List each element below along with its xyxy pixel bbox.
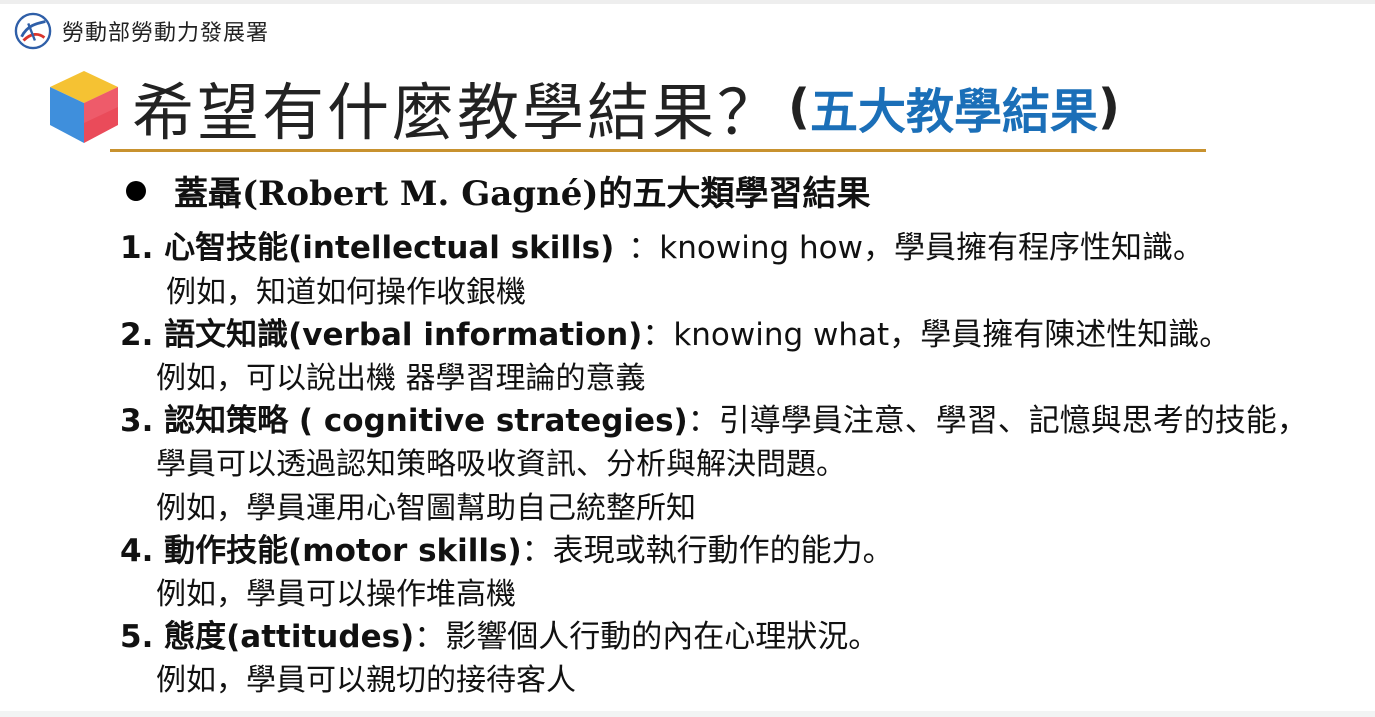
org-header: 勞動部勞動力發展署 [14,11,269,51]
outcome-2-example: 例如，可以說出機 器學習理論的意義 [156,361,646,396]
outcome-3-head: 3. 認知策略 ( cognitive strategies) [120,403,688,439]
cube-icon [50,71,118,143]
title-paren-close: ) [1097,79,1120,135]
outcome-3: 3. 認知策略 ( cognitive strategies)：引導學員注意、學… [120,399,1308,443]
outcome-5: 5. 態度(attitudes)：影響個人行動的內在心理狀況。 [120,615,879,659]
outcome-1-desc: ：knowing how，學員擁有程序性知識。 [628,230,1204,266]
outcome-5-example: 例如，學員可以親切的接待客人 [156,663,576,698]
outcome-3-example: 例如，學員運用心智圖幫助自己統整所知 [156,491,696,526]
title-divider [110,149,1206,152]
bottom-edge [0,711,1375,717]
outcome-3-desc: ：引導學員注意、學習、記憶與思考的技能， [687,403,1308,439]
page-title: 希望有什麼教學結果？ [132,76,783,149]
outcome-4-head: 4. 動作技能(motor skills) [120,533,522,569]
outcome-4-example: 例如，學員可以操作堆高機 [156,577,516,612]
section-heading-text: 蓋聶(Robert M. Gagné)的五大類學習結果 [174,174,871,214]
outcome-4-desc: ：表現或執行動作的能力。 [521,533,894,569]
outcome-1-head: 1. 心智技能(intellectual skills) [120,230,615,266]
outcome-2-desc: ：knowing what，學員擁有陳述性知識。 [642,317,1231,353]
org-name: 勞動部勞動力發展署 [62,21,270,46]
slide: 勞動部勞動力發展署 希望有什麼教學結果？ ( 五大教學結果 ) 蓋聶(Rober… [0,0,1375,717]
outcome-5-desc: ：影響個人行動的內在心理狀況。 [414,619,880,655]
outcome-1: 1. 心智技能(intellectual skills) ：knowing how… [120,226,1204,270]
top-edge [0,0,1375,4]
bullet-dot-icon [126,180,146,201]
page-subtitle: 五大教學結果 [809,84,1098,140]
outcome-5-head: 5. 態度(attitudes) [120,619,415,655]
section-heading: 蓋聶(Robert M. Gagné)的五大類學習結果 [126,166,870,215]
outcome-4: 4. 動作技能(motor skills)：表現或執行動作的能力。 [120,529,894,573]
outcome-1-example: 例如，知道如何操作收銀機 [166,275,526,310]
outcome-2-head: 2. 語文知識(verbal information) [120,317,643,353]
title-row: 希望有什麼教學結果？ ( 五大教學結果 ) [44,66,1120,149]
title-paren-open: ( [788,79,810,135]
ministry-logo-icon [14,12,52,50]
outcome-2: 2. 語文知識(verbal information)：knowing what… [120,313,1230,357]
outcome-3-extra: 學員可以透過認知策略吸收資訊、分析與解決問題。 [156,447,846,482]
